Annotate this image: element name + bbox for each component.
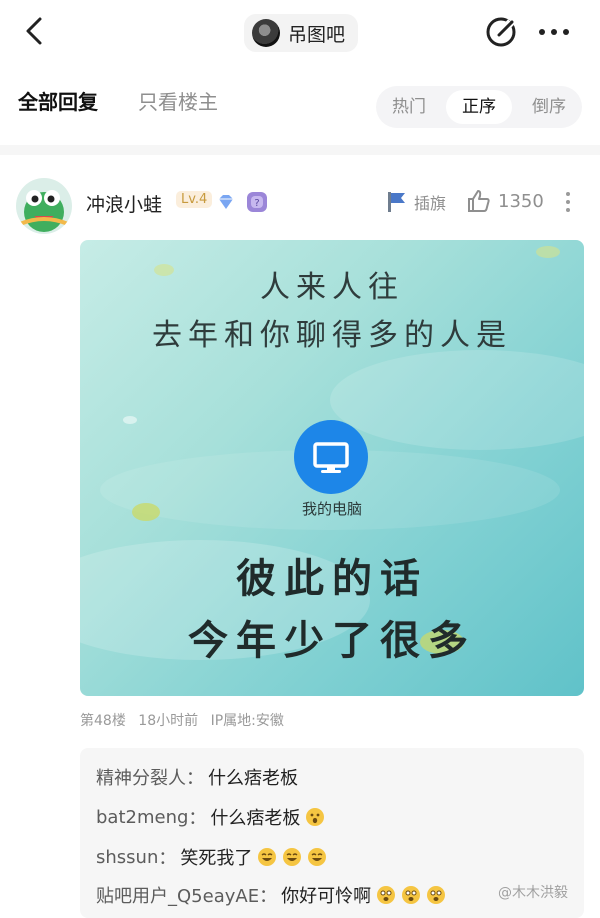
more-button[interactable]: [534, 14, 574, 50]
reply-author[interactable]: bat2meng: [96, 807, 188, 828]
reply-colon: ：: [186, 768, 204, 789]
flag-icon: [388, 192, 405, 212]
post-image[interactable]: 人来人往 去年和你聊得多的人是 我的电脑 彼此的话 今年少了很多: [80, 240, 584, 696]
reply-author[interactable]: shssun: [96, 847, 158, 868]
frog-avatar-image: [16, 178, 72, 234]
flag-label: 插旗: [414, 194, 447, 213]
sort-hot[interactable]: 热门: [376, 86, 442, 128]
laughing-emoji-icon: [283, 848, 302, 866]
tab-only-op[interactable]: 只看楼主: [138, 86, 218, 115]
thumbs-up-icon: [468, 190, 490, 212]
reply-text: 什么痞老板: [210, 808, 301, 829]
back-button[interactable]: [18, 14, 52, 48]
list-item[interactable]: 精神分裂人：什么痞老板: [96, 764, 298, 790]
reply-author[interactable]: 贴吧用户_Q5eayAE: [96, 882, 259, 908]
like-button[interactable]: 1350: [466, 188, 544, 214]
shocked-emoji-icon: [377, 886, 396, 904]
edit-button[interactable]: [484, 14, 520, 50]
post-time: 18小时前: [138, 713, 199, 729]
section-divider: [0, 145, 600, 155]
chevron-left-icon: [26, 17, 42, 45]
list-item[interactable]: 贴吧用户_Q5eayAE：你好可怜啊: [96, 882, 446, 908]
list-item[interactable]: shssun：笑死我了: [96, 844, 327, 870]
my-computer-badge: [294, 420, 368, 494]
reply-text: 笑死我了: [180, 848, 253, 869]
tab-all-replies[interactable]: 全部回复: [18, 86, 98, 115]
laughing-emoji-icon: [308, 848, 327, 866]
user-avatar[interactable]: [16, 178, 72, 234]
forum-name: 吊图吧: [288, 23, 346, 46]
reply-colon: ：: [188, 808, 207, 829]
image-text-line1: 人来人往: [260, 270, 404, 305]
post-more-button[interactable]: [560, 190, 576, 214]
reply-text: 你好可怜啊: [281, 886, 372, 907]
laughing-emoji-icon: [258, 848, 277, 866]
reply-colon: ：: [259, 886, 278, 907]
shocked-emoji-icon: [402, 886, 421, 904]
sort-descending[interactable]: 倒序: [516, 86, 582, 128]
filter-row: 全部回复 只看楼主 热门 正序 倒序: [0, 78, 600, 128]
ip-location: IP属地:安徽: [210, 713, 284, 729]
list-item[interactable]: bat2meng：什么痞老板: [96, 804, 325, 830]
image-headline-line1: 彼此的话: [236, 555, 428, 602]
more-vertical-icon: [566, 192, 570, 212]
image-headline-line2: 今年少了很多: [188, 617, 476, 664]
post-username[interactable]: 冲浪小蛙: [86, 190, 162, 217]
diamond-icon: [219, 195, 233, 209]
reply-author[interactable]: 精神分裂人: [96, 764, 186, 790]
like-count: 1350: [498, 190, 544, 212]
reply-text: 什么痞老板: [208, 768, 298, 789]
reply-colon: ：: [158, 848, 177, 869]
member-badge-icon: ?: [247, 192, 267, 212]
level-badge: Lv.4: [176, 191, 213, 208]
watermark: @木木洪毅: [498, 885, 568, 901]
sort-toggle: 热门 正序 倒序: [376, 86, 582, 128]
image-text-line2: 去年和你聊得多的人是: [152, 318, 512, 353]
shocked-emoji-icon: [427, 886, 446, 904]
post-meta: 第48楼 18小时前 IP属地:安徽: [80, 710, 292, 730]
forum-title-pill[interactable]: 吊图吧: [244, 14, 358, 52]
flag-button[interactable]: 插旗: [386, 190, 446, 214]
surprised-emoji-icon: [306, 808, 325, 826]
my-computer-label: 我的电脑: [301, 500, 362, 518]
sort-ascending[interactable]: 正序: [446, 90, 512, 124]
floor-number: 第48楼: [80, 713, 126, 729]
forum-avatar: [252, 19, 280, 47]
monitor-icon: [313, 442, 349, 473]
top-bar: 吊图吧: [0, 0, 600, 66]
more-horizontal-icon: [539, 29, 569, 35]
edit-icon: [486, 17, 516, 47]
svg-text:?: ?: [254, 198, 259, 209]
